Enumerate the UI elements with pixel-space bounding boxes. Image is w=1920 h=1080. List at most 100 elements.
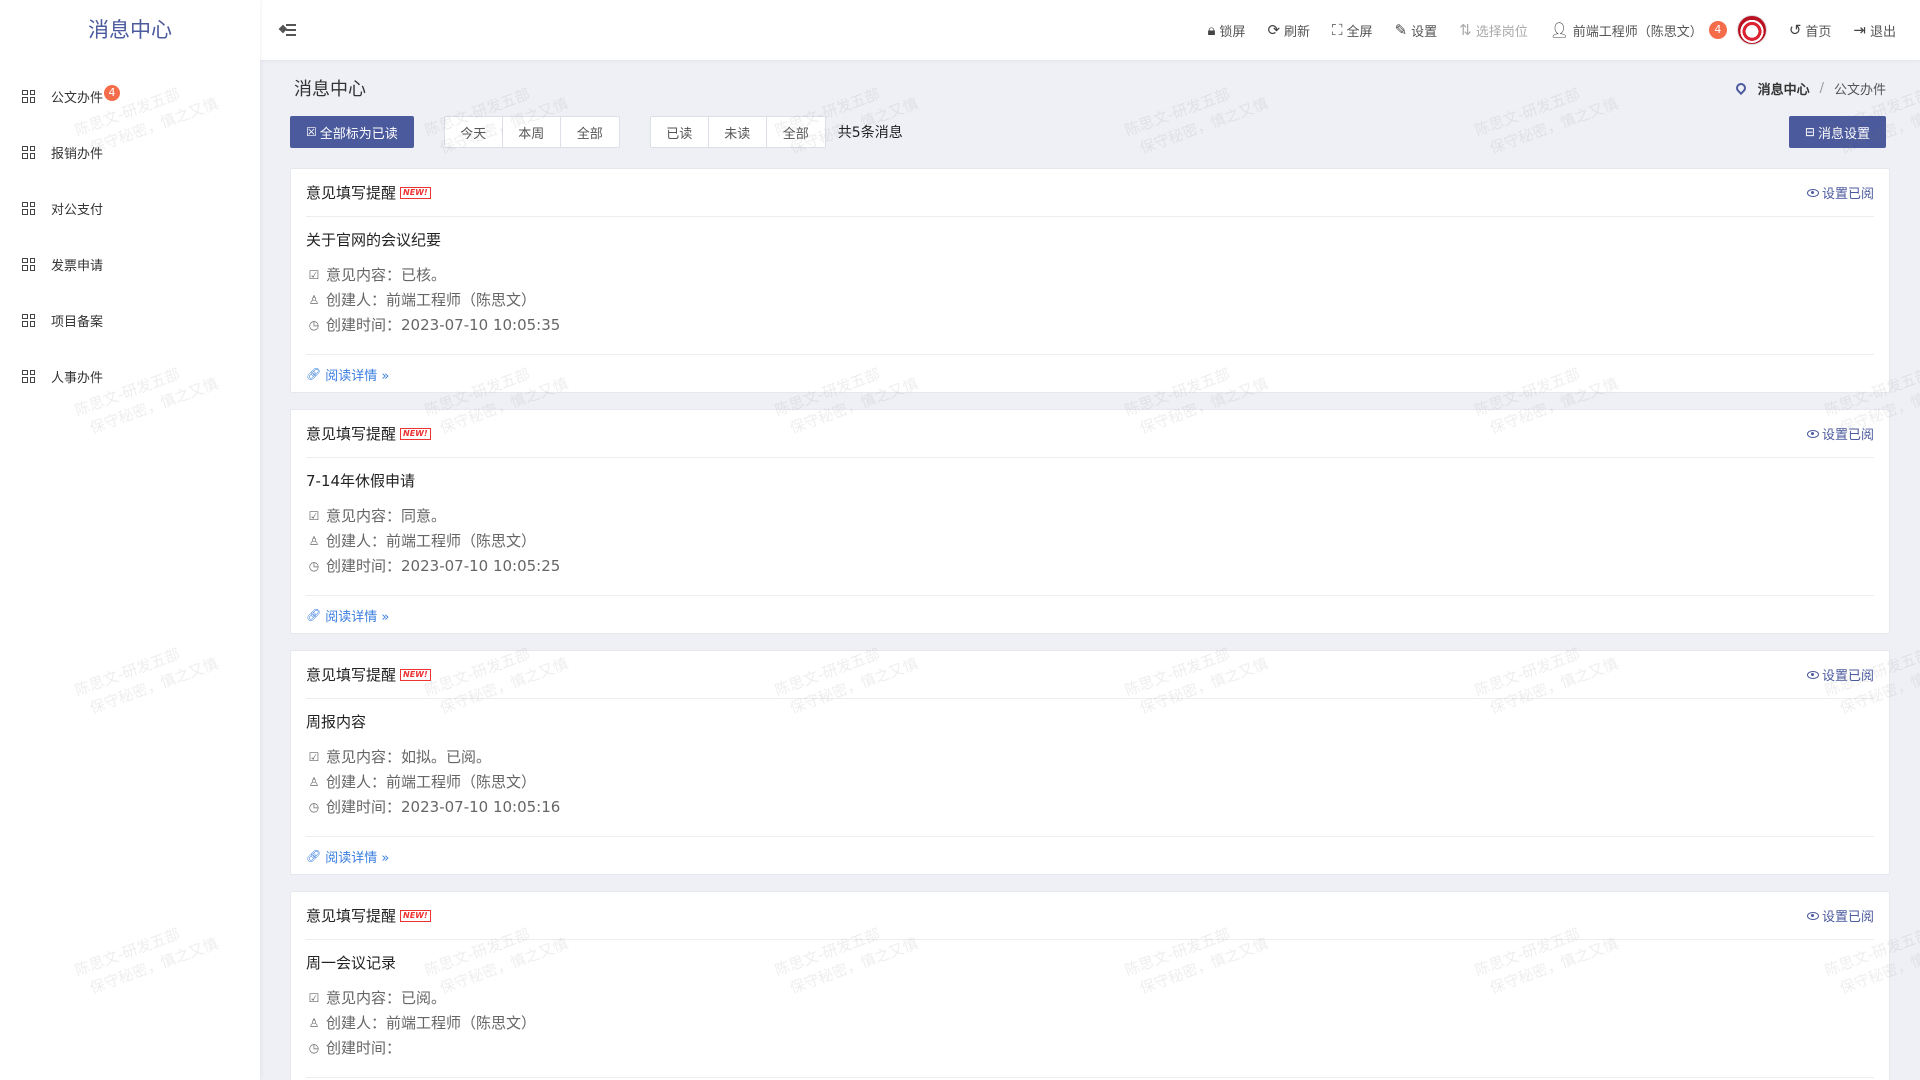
sidebar-item[interactable]: 对公支付 (0, 180, 260, 236)
toolbar-label: 全屏 (1346, 24, 1373, 40)
read-filter-button[interactable]: 全部 (766, 117, 825, 147)
mark-all-read-button[interactable]: ☒ 全部标为已读 (290, 116, 414, 148)
sidebar-item-label: 报销办件 (51, 146, 104, 162)
message-card: 意见填写提醒 NEW! 设置已阅 周报内容 ☑ 意见内容： 如拟。已阅。 ♙ 创建人： 前端工程师… (290, 650, 1890, 875)
card-title: 意见填写提醒 NEW! (306, 905, 431, 926)
creator-row: ♙ 创建人： 前端工程师（陈思文） (306, 769, 1874, 794)
meta-label: 创建时间： (326, 557, 402, 575)
toolbar-home-back[interactable]: ↺ 首页 (1789, 21, 1832, 40)
sidebar-item[interactable]: 发票申请 (0, 236, 260, 292)
link-icon: 🔗︎ (306, 367, 322, 381)
read-detail-link[interactable]: 🔗︎ 阅读详情 » (306, 365, 389, 384)
opinion-row: ☑ 意见内容： 同意。 (306, 503, 1874, 528)
home-back-icon: ↺ (1788, 21, 1802, 39)
clock-icon: ◷ (308, 799, 320, 814)
meta-label: 意见内容： (326, 989, 402, 1007)
card-title: 意见填写提醒 NEW! (306, 182, 431, 203)
read-filter-group: 已读 未读 全部 (649, 116, 826, 148)
meta-value: 同意。 (401, 507, 447, 525)
meta-label: 创建时间： (326, 1039, 402, 1057)
link-icon: 🔗︎ (306, 849, 322, 863)
meta-value: 前端工程师（陈思文） (386, 291, 537, 309)
card-title: 意见填写提醒 NEW! (306, 423, 431, 444)
notification-badge: 4 (1708, 21, 1727, 39)
mark-read-label: 设置已阅 (1821, 187, 1874, 202)
collapse-sidebar-icon[interactable] (278, 22, 298, 38)
switch-position-icon: ⇅ (1459, 21, 1472, 39)
meta-value: 前端工程师（陈思文） (386, 1014, 537, 1032)
card-title-text: 意见填写提醒 (306, 184, 397, 202)
card-body: 7-14年休假申请 ☑ 意见内容： 同意。 ♙ 创建人： 前端工程师（陈思文） ◷ 创建时间： 2… (306, 458, 1874, 596)
opinion-row: ☑ 意见内容： 如拟。已阅。 (306, 744, 1874, 769)
mark-read-button[interactable]: 设置已阅 (1806, 424, 1874, 443)
time-filter-group: 今天 本周 全部 (443, 116, 620, 148)
sidebar-item-label: 对公支付 (51, 202, 104, 218)
read-filter-button[interactable]: 已读 (650, 117, 709, 147)
meta-label: 意见内容： (326, 748, 402, 766)
toolbar-label: 选择岗位 (1475, 24, 1528, 40)
grid-icon (22, 369, 35, 383)
card-footer: 🔗︎阅读详情 » (306, 596, 1874, 634)
mark-read-button[interactable]: 设置已阅 (1806, 665, 1874, 684)
sidebar-item[interactable]: 项目备案 (0, 292, 260, 348)
meta-label: 创建人： (326, 532, 387, 550)
grid-icon (22, 201, 35, 215)
breadcrumb: 消息中心 / 公文办件 (1733, 79, 1890, 98)
time-filter-button[interactable]: 今天 (444, 117, 503, 147)
toolbar-label: 前端工程师（陈思文） (1572, 24, 1703, 40)
meta-value: 已核。 (401, 266, 447, 284)
card-title-text: 意见填写提醒 (306, 425, 397, 443)
sidebar-item[interactable]: 公文办件 4 (0, 68, 260, 124)
toolbar-label: 锁屏 (1219, 24, 1246, 40)
opinion-row: ☑ 意见内容： 已阅。 (306, 985, 1874, 1010)
card-header: 意见填写提醒 NEW! 设置已阅 (306, 410, 1874, 458)
read-detail-link[interactable]: 🔗︎ 阅读详情 » (306, 847, 389, 866)
toolbar-switch-position[interactable]: ⇅ 选择岗位 (1459, 21, 1528, 40)
edit-icon: ☑ (308, 990, 320, 1005)
lock-icon: 🔒︎ (1207, 21, 1216, 39)
new-tag: NEW! (400, 186, 431, 199)
meta-label: 创建时间： (326, 316, 402, 334)
mark-read-button[interactable]: 设置已阅 (1806, 183, 1874, 202)
toolbar-user[interactable]: 👤︎ 前端工程师（陈思文） 4 (1550, 15, 1767, 45)
message-subject: 周一会议记录 (306, 954, 397, 972)
new-tag: NEW! (400, 909, 431, 922)
toolbar-refresh[interactable]: ⟳ 刷新 (1267, 21, 1310, 40)
read-detail-link[interactable]: 🔗︎ 阅读详情 » (306, 606, 389, 625)
sidebar-item[interactable]: 报销办件 (0, 124, 260, 180)
creator-row: ♙ 创建人： 前端工程师（陈思文） (306, 528, 1874, 553)
message-subject: 关于官网的会议纪要 (306, 231, 442, 249)
toolbar-fullscreen[interactable]: ⛶ 全屏 (1332, 21, 1373, 40)
toolbar-label: 退出 (1869, 24, 1896, 40)
toolbar-edit-settings[interactable]: ✎ 设置 (1395, 21, 1438, 40)
mark-read-label: 设置已阅 (1821, 428, 1874, 443)
time-filter-button[interactable]: 全部 (560, 117, 619, 147)
clock-icon: ◷ (308, 1040, 320, 1055)
message-list: 意见填写提醒 NEW! 设置已阅 关于官网的会议纪要 ☑ 意见内容： 已核。 ♙ 创建人： 前端工… (290, 168, 1890, 1080)
grid-icon (22, 89, 35, 103)
grid-icon (22, 145, 35, 159)
meta-value: 已阅。 (401, 989, 447, 1007)
toolbar-label: 首页 (1805, 24, 1832, 40)
toolbar-label: 设置 (1411, 24, 1438, 40)
avatar[interactable] (1736, 15, 1767, 45)
toolbar-logout[interactable]: ⇥ 退出 (1853, 21, 1896, 40)
card-body: 周报内容 ☑ 意见内容： 如拟。已阅。 ♙ 创建人： 前端工程师（陈思文） ◷ 创建时间： 202… (306, 699, 1874, 837)
edit-icon: ☑ (308, 749, 320, 764)
card-body: 周一会议记录 ☑ 意见内容： 已阅。 ♙ 创建人： 前端工程师（陈思文） ◷ 创建时间： (306, 940, 1874, 1078)
message-settings-label: 消息设置 (1817, 126, 1870, 142)
toolbar-lock[interactable]: 🔒︎ 锁屏 (1207, 21, 1245, 40)
breadcrumb-current[interactable]: 消息中心 (1758, 79, 1810, 98)
time-filter-button[interactable]: 本周 (502, 117, 561, 147)
card-title-text: 意见填写提醒 (306, 907, 397, 925)
sidebar-item[interactable]: 人事办件 (0, 348, 260, 404)
user-icon: ♙ (308, 533, 320, 548)
sidebar-item-label: 公文办件 (51, 90, 104, 106)
mark-read-button[interactable]: 设置已阅 (1806, 906, 1874, 925)
sidebar: 消息中心 公文办件 4 报销办件 对公支付 发票申请 项目备案 人事办件 (0, 0, 260, 1080)
mark-read-label: 设置已阅 (1821, 669, 1874, 684)
grid-icon (22, 257, 35, 271)
message-settings-button[interactable]: ⊟ 消息设置 (1788, 116, 1886, 148)
read-filter-button[interactable]: 未读 (708, 117, 767, 147)
meta-value: 如拟。已阅。 (401, 748, 492, 766)
